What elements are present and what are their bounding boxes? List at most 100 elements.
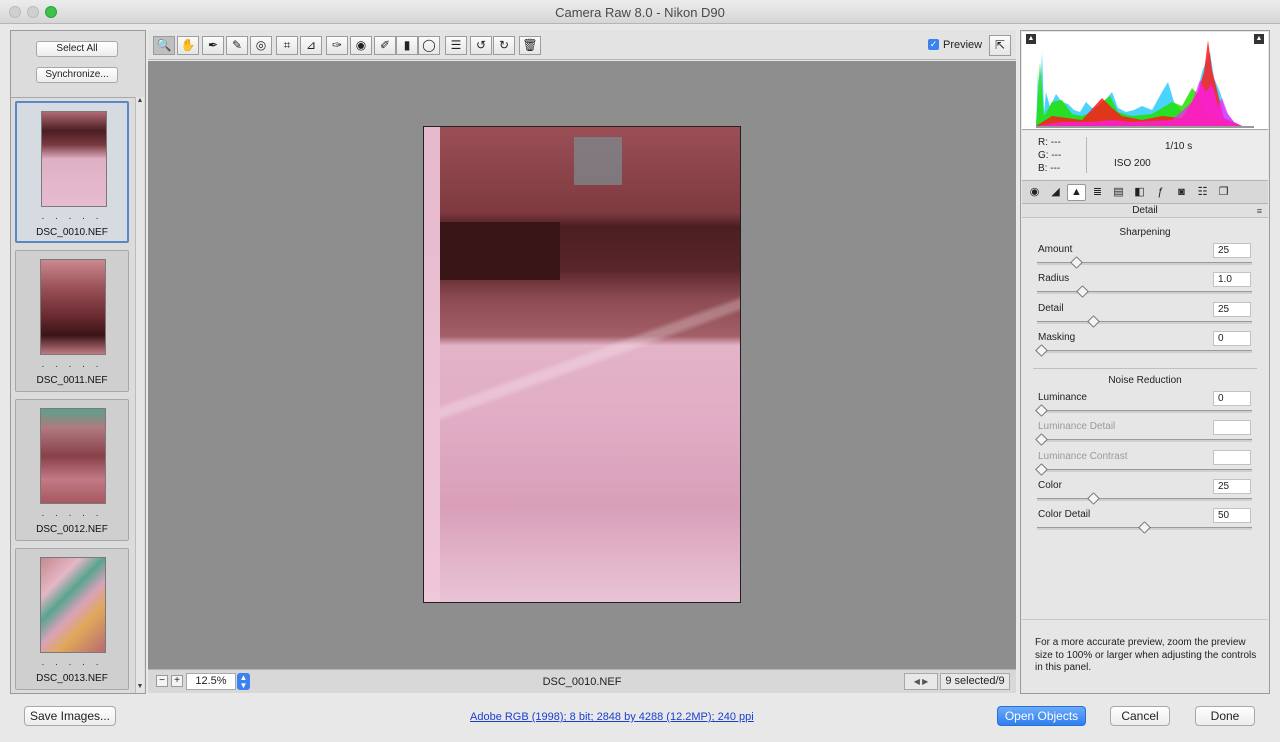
filmstrip-item[interactable]: . . . . . DSC_0012.NEF [15,399,129,541]
slider-track[interactable] [1037,521,1252,535]
red-eye-icon: ◉ [355,38,367,52]
slider-track[interactable] [1035,462,1252,476]
select-all-button[interactable]: Select All [36,41,118,57]
lens-corrections-tab-icon[interactable]: ◧ [1130,184,1149,201]
image-preview-area[interactable] [148,61,1016,669]
split-toning-tab-icon[interactable]: ▤ [1109,184,1128,201]
filmstrip-item[interactable]: . . . . . DSC_0013.NEF [15,548,129,690]
window-title: Camera Raw 8.0 - Nikon D90 [555,5,725,20]
rating-dots[interactable]: . . . . . [16,657,128,668]
spot-removal-icon: ✑ [331,38,343,52]
sharpening-section-title: Sharpening [1119,227,1171,238]
straighten-icon: ⊿ [305,38,317,52]
slider-track[interactable] [1035,433,1252,447]
rotate-right-tool-button[interactable]: ↻ [493,36,515,55]
slider-thumb[interactable] [1086,492,1100,505]
iso-value: ISO 200 [1114,158,1151,169]
save-images-button[interactable]: Save Images... [24,706,116,726]
effects-tab-icon[interactable]: ƒ [1151,184,1170,201]
slider-thumb[interactable] [1035,462,1048,476]
zoom-tool-button[interactable]: 🔍 [153,36,175,55]
rating-dots[interactable]: . . . . . [16,508,128,519]
histogram: ▲ ▲ [1022,32,1268,130]
image-nav-buttons[interactable]: ◀ ▶ [904,673,938,690]
graduated-filter-tool-button[interactable]: ▮ [396,36,418,55]
rating-dots[interactable]: . . . . . [16,359,128,370]
slider-value-field[interactable]: 25 [1213,301,1251,317]
color-sampler-tool-button[interactable]: ✎ [226,36,248,55]
rotate-left-tool-button[interactable]: ↺ [470,36,492,55]
slider-thumb[interactable] [1138,521,1151,535]
filmstrip-item[interactable]: . . . . . DSC_0010.NEF [15,101,129,243]
tone-curve-tab-icon[interactable]: ◢ [1046,184,1065,201]
basic-tab-icon[interactable]: ◉ [1025,184,1044,201]
slider-label: Masking [1038,331,1076,343]
radial-filter-tool-button[interactable]: ◯ [418,36,440,55]
hand-tool-button[interactable]: ✋ [177,36,199,55]
thumbnail [40,557,106,653]
straighten-tool-button[interactable]: ⊿ [300,36,322,55]
red-readout: R: --- [1038,137,1061,148]
preview-label[interactable]: Preview [943,39,982,51]
slider-track[interactable] [1037,314,1252,328]
slider-track[interactable] [1037,285,1252,299]
scroll-up-icon[interactable]: ▲ [136,97,144,107]
slider-track[interactable] [1037,492,1252,505]
workflow-options-link[interactable]: Adobe RGB (1998); 8 bit; 2848 by 4288 (1… [470,711,754,723]
graduated-filter-icon: ▮ [403,38,411,52]
image-preview[interactable] [423,126,741,603]
slider-thumb[interactable] [1086,314,1100,328]
synchronize-button[interactable]: Synchronize... [36,67,118,83]
slider-value-field[interactable]: 1.0 [1213,272,1251,288]
panel-header: Detail ≡ [1022,204,1268,218]
slider-thumb[interactable] [1035,433,1048,447]
filmstrip-scrollbar[interactable]: ▲ ▼ [135,97,144,693]
thumbnail [40,408,106,504]
slider-thumb[interactable] [1070,256,1083,269]
slider-value-field[interactable]: 0 [1213,330,1251,346]
histogram-graph [1036,40,1254,128]
done-button[interactable]: Done [1195,706,1255,726]
adjustment-brush-tool-button[interactable]: ✐ [374,36,396,55]
color-sampler-icon: ✎ [231,38,243,52]
cancel-button[interactable]: Cancel [1110,706,1170,726]
detail-tab-icon[interactable]: ▲ [1067,184,1086,201]
trash-tool-button[interactable]: 🗑 [519,36,541,55]
slider-track[interactable] [1035,344,1252,357]
slider-value-field[interactable] [1213,420,1251,436]
snapshots-tab-icon[interactable]: ❐ [1214,184,1233,201]
preferences-icon: ☰ [450,38,462,52]
preferences-tool-button[interactable]: ☰ [445,36,467,55]
scroll-down-icon[interactable]: ▼ [136,683,144,693]
slider-value-field[interactable]: 25 [1213,478,1251,494]
slider-value-field[interactable] [1213,449,1251,465]
crop-tool-button[interactable]: ⌗ [276,36,298,55]
red-eye-tool-button[interactable]: ◉ [350,36,372,55]
preview-checkbox[interactable]: ✓ [928,39,939,50]
open-objects-button[interactable]: Open Objects [997,706,1086,726]
rating-dots[interactable]: . . . . . [17,211,127,222]
slider-label: Color Detail [1038,509,1091,521]
slider-track[interactable] [1037,256,1252,269]
camera-calibration-tab-icon[interactable]: ◙ [1172,184,1191,201]
presets-tab-icon[interactable]: ☷ [1193,184,1212,201]
slider-thumb[interactable] [1035,344,1048,357]
panel-menu-icon[interactable]: ≡ [1257,205,1262,218]
slider-thumb[interactable] [1035,404,1048,417]
fullscreen-button[interactable]: ⇱ [989,35,1011,56]
adjustment-brush-icon: ✐ [379,38,391,52]
blue-readout: B: --- [1038,163,1061,174]
slider-thumb[interactable] [1076,285,1090,299]
slider-label: Color [1038,479,1062,491]
slider-track[interactable] [1035,404,1252,417]
noise-reduction-section-title: Noise Reduction [1108,375,1182,386]
hsl-tab-icon[interactable]: ≣ [1088,184,1107,201]
white-balance-tool-button[interactable]: ✒ [202,36,224,55]
slider-value-field[interactable]: 50 [1213,508,1251,524]
slider-value-field[interactable]: 0 [1213,391,1251,406]
slider-value-field[interactable]: 25 [1213,243,1251,258]
filmstrip-item[interactable]: . . . . . DSC_0011.NEF [15,250,129,392]
spot-removal-tool-button[interactable]: ✑ [326,36,348,55]
targeted-adjustment-tool-button[interactable]: ◎ [250,36,272,55]
crop-icon: ⌗ [283,38,291,52]
